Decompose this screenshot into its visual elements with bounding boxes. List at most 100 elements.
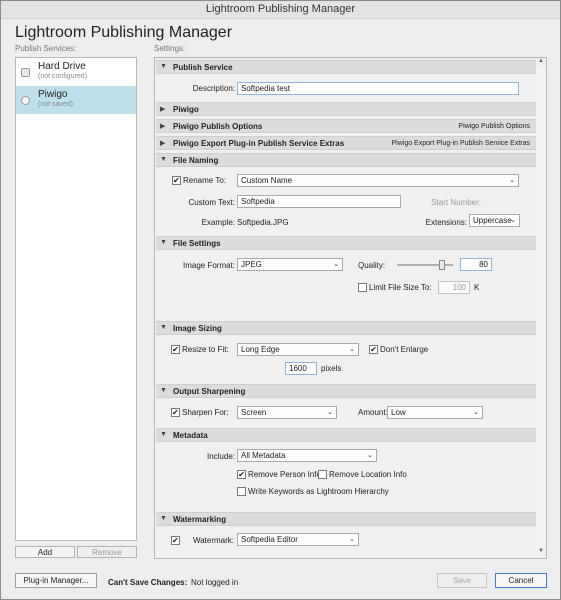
scroll-up-icon[interactable]: ▲	[536, 58, 546, 68]
service-name: Hard Drive	[38, 61, 86, 72]
watermark-select[interactable]: Softpedia Editor ⌄	[237, 533, 359, 546]
image-format-label: Image Format:	[182, 261, 235, 270]
section-title: Piwigo	[173, 105, 199, 114]
section-title: Image Sizing	[173, 324, 222, 333]
size-input[interactable]: 1600	[285, 362, 317, 375]
write-keywords-checkbox[interactable]	[237, 487, 246, 496]
remove-location-info-checkbox[interactable]	[318, 470, 327, 479]
watermark-checkbox[interactable]: ✔	[171, 536, 180, 545]
quality-slider-thumb[interactable]	[438, 260, 445, 270]
close-icon[interactable]	[536, 1, 558, 17]
section-piwigo-export-extras[interactable]: ▶ Piwigo Export Plug-in Publish Service …	[156, 136, 536, 150]
settings-panel: ▲ ▼ ▼ Publish Service Description: Softp…	[154, 57, 547, 559]
start-number-label: Start Number:	[431, 198, 481, 207]
example-value: Softpedia.JPG	[237, 218, 289, 227]
expanded-arrow-icon: ▼	[160, 156, 167, 163]
include-label: Include:	[206, 452, 235, 461]
section-piwigo[interactable]: ▶ Piwigo	[156, 102, 536, 116]
service-name: Piwigo	[38, 89, 68, 100]
window-title: Lightroom Publishing Manager	[205, 3, 356, 15]
quality-input[interactable]: 80	[460, 258, 492, 271]
remove-service-button[interactable]: Remove	[77, 546, 137, 558]
section-title: Metadata	[173, 431, 208, 440]
remove-person-info-label: Remove Person Info	[248, 470, 321, 479]
cancel-button[interactable]: Cancel	[495, 573, 547, 588]
expanded-arrow-icon: ▼	[160, 324, 167, 331]
chevron-down-icon: ⌄	[510, 217, 516, 224]
resize-to-fit-checkbox[interactable]: ✔	[171, 345, 180, 354]
chevron-down-icon: ⌄	[333, 261, 339, 268]
expanded-arrow-icon: ▼	[160, 387, 167, 394]
publish-services-label: Publish Services:	[15, 44, 77, 53]
remove-person-info-checkbox[interactable]: ✔	[237, 470, 246, 479]
amount-select[interactable]: Low ⌄	[387, 406, 483, 419]
section-piwigo-publish-options[interactable]: ▶ Piwigo Publish Options Piwigo Publish …	[156, 119, 536, 133]
settings-label: Settings:	[154, 44, 186, 53]
section-watermarking[interactable]: ▼ Watermarking	[156, 512, 536, 526]
custom-text-label: Custom Text:	[188, 198, 235, 207]
section-file-naming[interactable]: ▼ File Naming	[156, 153, 536, 167]
chevron-down-icon: ⌄	[349, 536, 355, 543]
section-file-settings[interactable]: ▼ File Settings	[156, 236, 536, 250]
limit-file-size-input[interactable]: 100	[438, 281, 470, 294]
section-publish-service[interactable]: ▼ Publish Service	[156, 60, 536, 74]
dont-enlarge-checkbox[interactable]: ✔	[369, 345, 378, 354]
watermark-value: Softpedia Editor	[241, 535, 298, 544]
resize-to-fit-select[interactable]: Long Edge ⌄	[237, 343, 359, 356]
image-format-select[interactable]: JPEG ⌄	[237, 258, 343, 271]
rename-select[interactable]: Custom Name ⌄	[237, 174, 519, 187]
limit-unit: K	[474, 283, 480, 292]
sharpen-for-checkbox[interactable]: ✔	[171, 408, 180, 417]
title-bar: Lightroom Publishing Manager	[1, 1, 560, 19]
scroll-down-icon[interactable]: ▼	[536, 548, 546, 558]
cant-save-label: Can't Save Changes:	[108, 578, 188, 587]
write-keywords-label: Write Keywords as Lightroom Hierarchy	[248, 487, 389, 496]
example-label: Example:	[201, 218, 235, 227]
section-output-sharpening[interactable]: ▼ Output Sharpening	[156, 384, 536, 398]
sharpen-for-value: Screen	[241, 408, 267, 417]
service-status: (not saved)	[38, 101, 74, 108]
remove-location-info-label: Remove Location Info	[329, 470, 407, 479]
section-summary: Piwigo Export Plug-in Publish Service Ex…	[391, 140, 530, 147]
service-status: (not configured)	[38, 73, 88, 80]
hard-drive-icon	[21, 68, 30, 77]
chevron-down-icon: ⌄	[327, 409, 333, 416]
service-piwigo[interactable]: Piwigo (not saved)	[16, 86, 136, 114]
extensions-label: Extensions:	[425, 218, 467, 227]
service-hard-drive[interactable]: Hard Drive (not configured)	[16, 58, 136, 86]
section-title: Publish Service	[173, 63, 233, 72]
service-buttons: Add Remove	[15, 546, 137, 558]
add-service-button[interactable]: Add	[15, 546, 75, 558]
section-title: Output Sharpening	[173, 387, 246, 396]
section-title: File Naming	[173, 156, 219, 165]
sharpen-for-select[interactable]: Screen ⌄	[237, 406, 337, 419]
section-title: Piwigo Publish Options	[173, 122, 263, 131]
watermark-label: Watermark:	[192, 536, 234, 545]
chevron-down-icon: ⌄	[473, 409, 479, 416]
expanded-arrow-icon: ▼	[160, 239, 167, 246]
amount-value: Low	[391, 408, 406, 417]
include-select[interactable]: All Metadata ⌄	[237, 449, 377, 462]
description-input[interactable]: Softpedia test	[237, 82, 519, 95]
size-unit: pixels	[321, 364, 342, 373]
limit-file-size-label: Limit File Size To:	[369, 283, 432, 292]
expanded-arrow-icon: ▼	[160, 515, 167, 522]
save-button[interactable]: Save	[437, 573, 487, 588]
extensions-select-value: Uppercase	[473, 216, 512, 225]
collapsed-arrow-icon: ▶	[160, 140, 166, 147]
limit-file-size-checkbox[interactable]	[358, 283, 367, 292]
collapsed-arrow-icon: ▶	[160, 106, 166, 113]
section-metadata[interactable]: ▼ Metadata	[156, 428, 536, 442]
plugin-manager-button[interactable]: Plug-in Manager...	[15, 573, 97, 588]
collapsed-arrow-icon: ▶	[160, 123, 166, 130]
amount-label: Amount:	[358, 408, 388, 417]
rename-checkbox[interactable]: ✔	[172, 176, 181, 185]
section-title: File Settings	[173, 239, 221, 248]
publish-services-list: Hard Drive (not configured) Piwigo (not …	[15, 57, 137, 541]
publishing-manager-window: Lightroom Publishing Manager Lightroom P…	[0, 0, 561, 600]
custom-text-input[interactable]: Softpedia	[237, 195, 401, 208]
scrollbar[interactable]	[536, 68, 546, 548]
chevron-down-icon: ⌄	[367, 452, 373, 459]
extensions-select[interactable]: Uppercase ⌄	[469, 214, 520, 227]
section-image-sizing[interactable]: ▼ Image Sizing	[156, 321, 536, 335]
